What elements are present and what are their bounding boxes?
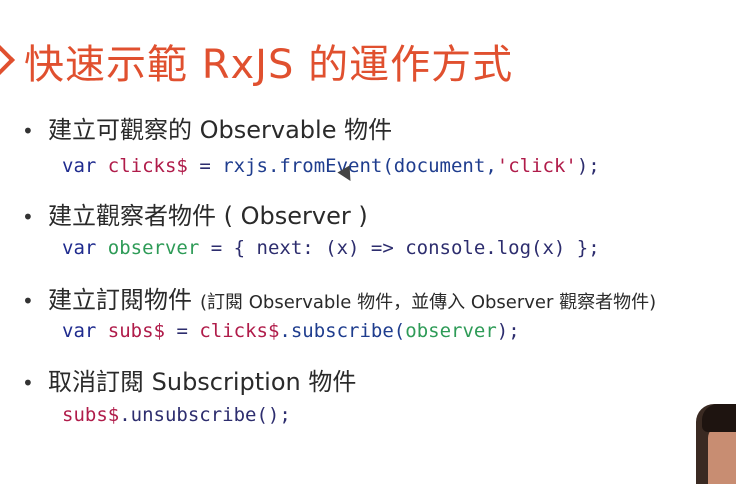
code-punct: ); xyxy=(576,155,600,177)
code-keyword: var xyxy=(62,237,97,259)
code-call: .subscribe( xyxy=(279,320,406,342)
code-call: rxjs.fromEvent(document, xyxy=(222,155,497,177)
code-keyword: var xyxy=(62,320,97,342)
code-variable: clicks$ xyxy=(199,320,280,342)
bullet-item: • 建立觀察者物件 ( Observer ) xyxy=(22,196,368,231)
bullet-item: • 取消訂閱 Subscription 物件 xyxy=(22,362,356,397)
slide-title: 快速示範 RxJS 的運作方式 xyxy=(24,42,514,88)
code-expression: = { next: (x) => console.log(x) }; xyxy=(210,237,600,259)
code-line-3: var subs$ = clicks$.subscribe(observer); xyxy=(62,320,520,342)
code-operator: = xyxy=(199,155,211,177)
code-variable: subs$ xyxy=(107,320,165,342)
bullet-text: 建立可觀察的 Observable 物件 xyxy=(48,116,393,144)
code-line-1: var clicks$ = rxjs.fromEvent(document,'c… xyxy=(62,155,600,177)
chevron-right-icon xyxy=(0,43,15,77)
bullet-dot-icon: • xyxy=(22,119,34,143)
code-punct: ); xyxy=(496,320,520,342)
code-variable: clicks$ xyxy=(107,155,188,177)
code-argument: observer xyxy=(405,320,497,342)
bullet-text: 建立觀察者物件 ( Observer ) xyxy=(48,202,368,230)
presenter-video-thumbnail xyxy=(696,404,736,484)
bullet-dot-icon: • xyxy=(22,289,34,313)
code-operator: = xyxy=(176,320,188,342)
code-keyword: var xyxy=(62,155,97,177)
bullet-note: (訂閱 Observable 物件，並傳入 Observer 觀察者物件) xyxy=(200,292,657,313)
bullet-text: 建立訂閱物件 xyxy=(48,286,192,314)
bullet-dot-icon: • xyxy=(22,371,34,395)
bullet-text: 取消訂閱 Subscription 物件 xyxy=(48,368,357,396)
bullet-item: • 建立可觀察的 Observable 物件 xyxy=(22,110,392,145)
code-variable: subs$ xyxy=(62,404,120,426)
code-string: 'click' xyxy=(496,155,577,177)
bullet-item: • 建立訂閱物件 (訂閱 Observable 物件，並傳入 Observer … xyxy=(22,280,656,315)
presenter-face xyxy=(708,426,736,484)
code-line-4: subs$.unsubscribe(); xyxy=(62,404,291,426)
code-line-2: var observer = { next: (x) => console.lo… xyxy=(62,237,600,259)
code-variable: observer xyxy=(107,237,200,259)
bullet-dot-icon: • xyxy=(22,205,34,229)
code-call: .unsubscribe(); xyxy=(119,404,291,426)
presenter-hair xyxy=(702,404,736,432)
